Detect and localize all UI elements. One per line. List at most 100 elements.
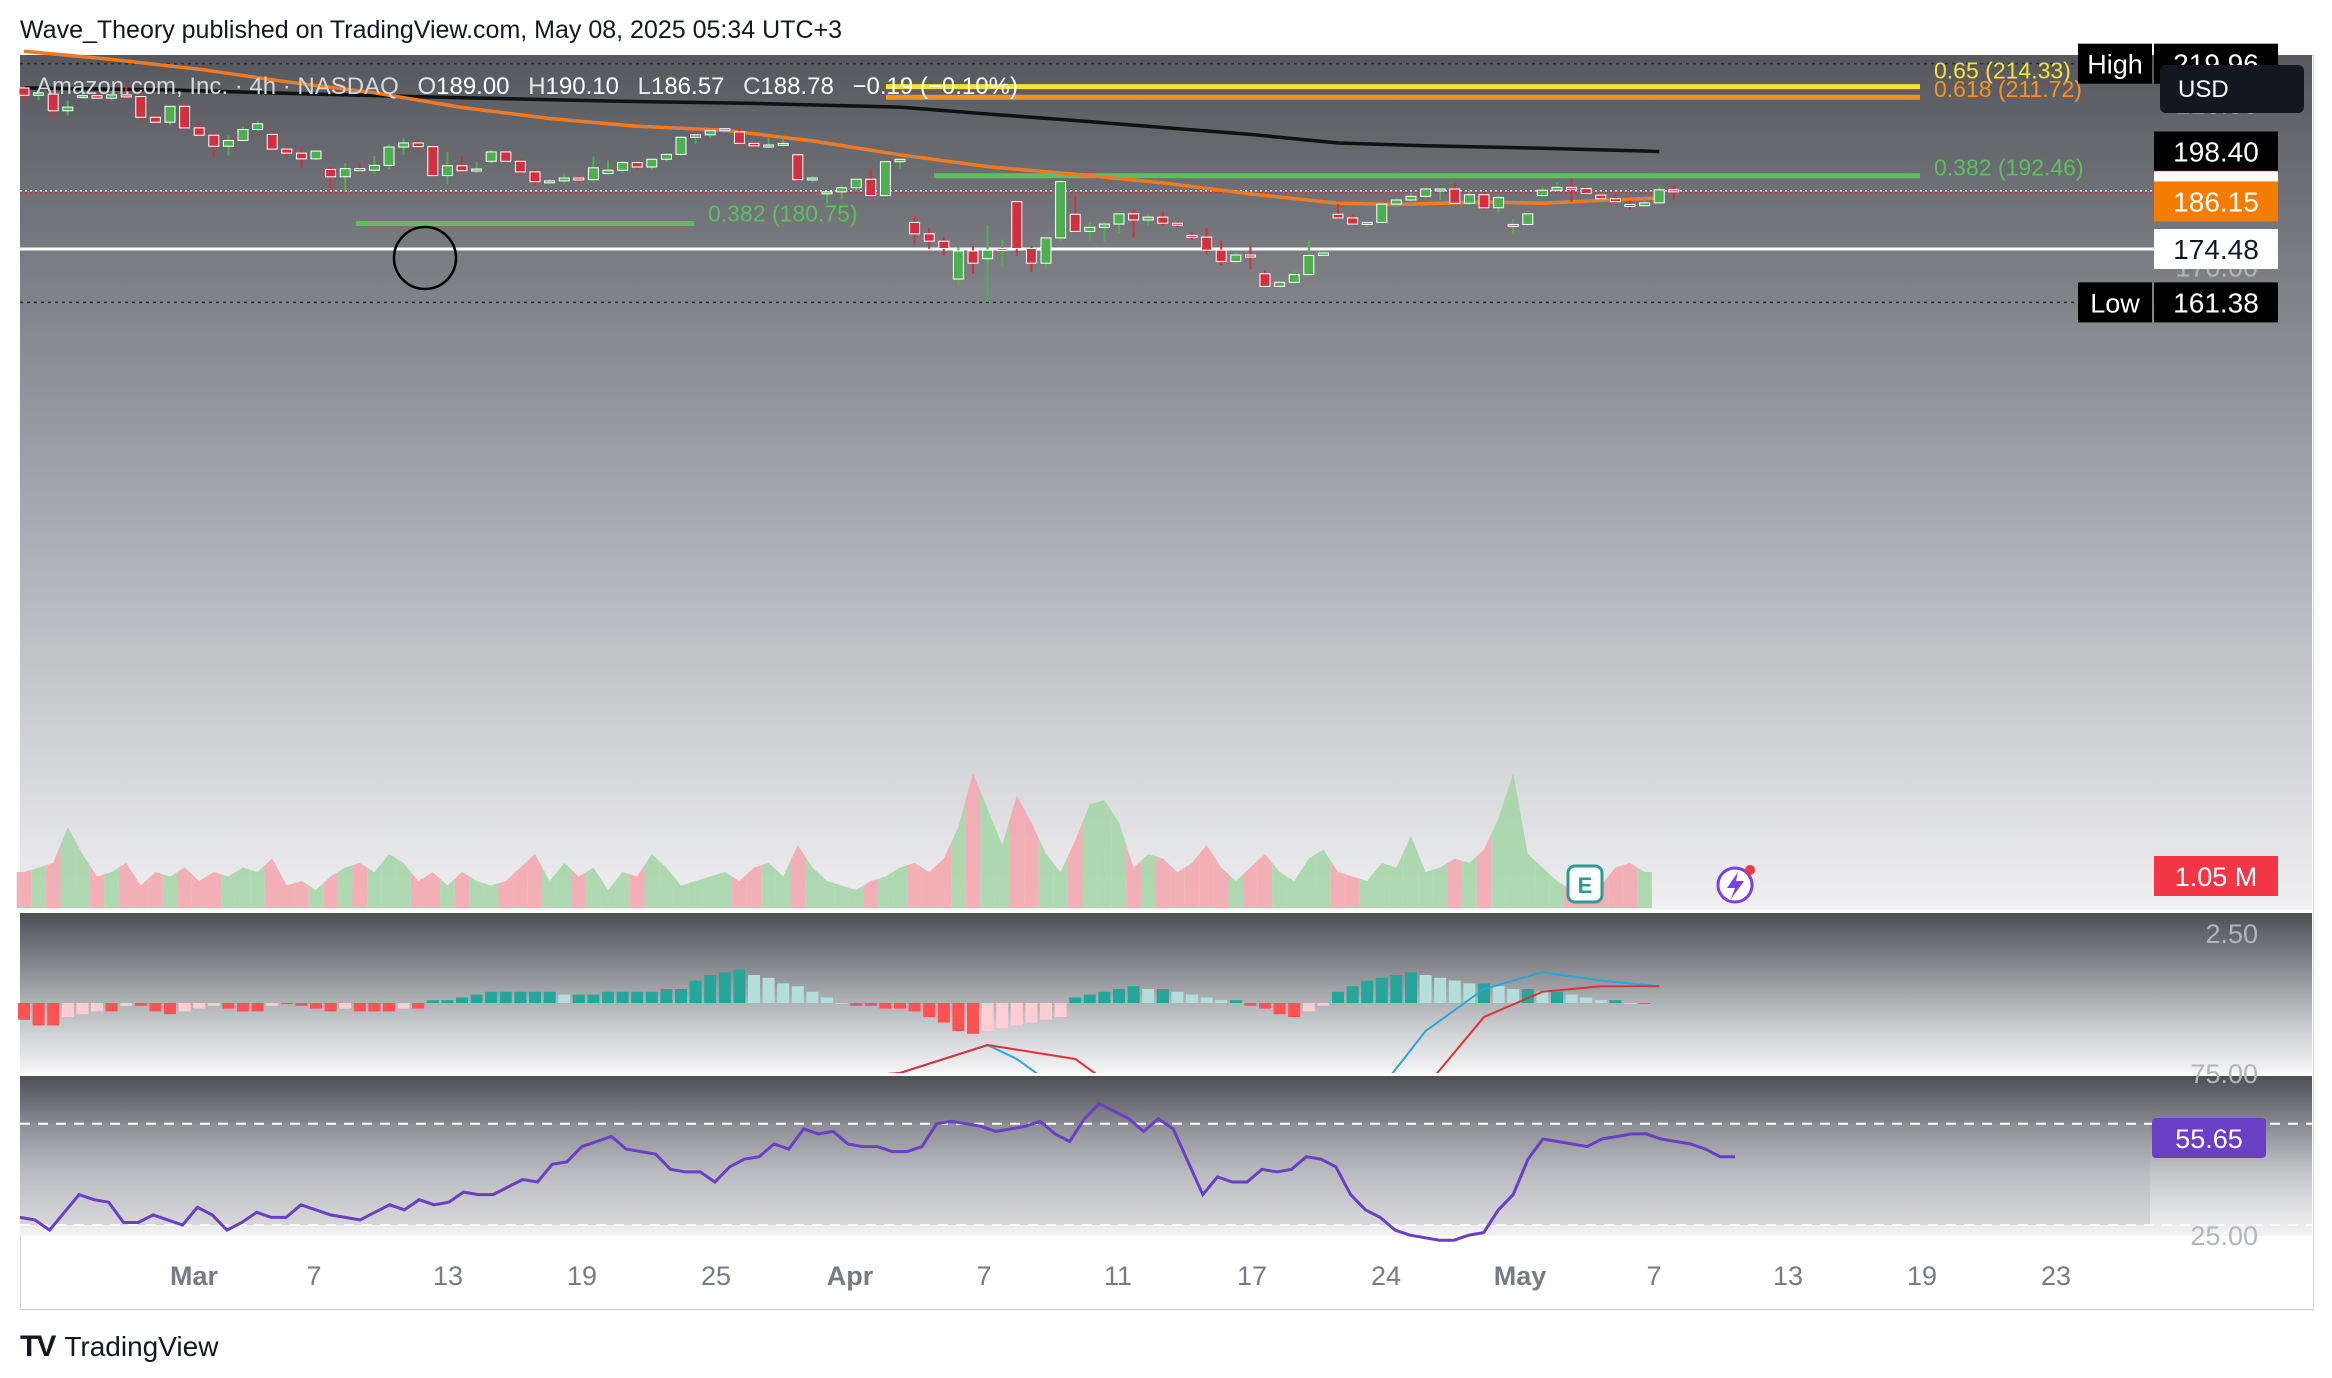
macd-histogram-bar xyxy=(1098,991,1111,1003)
candle[interactable] xyxy=(164,105,176,126)
candle-body xyxy=(748,142,760,147)
candle-body xyxy=(222,140,234,147)
candle-body xyxy=(646,158,658,168)
macd-histogram-bar xyxy=(864,1003,877,1006)
symbol-name: Amazon.com, Inc. · 4h · NASDAQ xyxy=(36,73,399,100)
macd-histogram-bar xyxy=(251,1003,264,1012)
candle-body xyxy=(164,105,176,123)
macd-histogram-bar xyxy=(748,975,760,1003)
volume-bar xyxy=(177,867,192,908)
candle-body xyxy=(617,162,629,171)
candle-body xyxy=(675,136,687,155)
earnings-marker[interactable]: E xyxy=(1566,864,1604,904)
volume-bar xyxy=(337,865,353,908)
candle-body xyxy=(456,165,468,172)
macd-histogram-bar xyxy=(762,977,775,1003)
candle-body xyxy=(1609,198,1621,203)
candle[interactable] xyxy=(675,136,687,156)
candle-body xyxy=(558,177,570,182)
macd-histogram-bar xyxy=(821,997,833,1003)
currency-button[interactable]: USD xyxy=(2160,65,2304,113)
footer-brand[interactable]: TV TradingView xyxy=(20,1330,218,1364)
macd-histogram-bar xyxy=(558,994,571,1003)
candle[interactable] xyxy=(1653,186,1665,204)
candle-body xyxy=(1551,186,1563,191)
volume-bar xyxy=(454,872,470,908)
macd-histogram-bar xyxy=(237,1003,249,1012)
candle-body xyxy=(1230,254,1242,263)
macd-histogram-bar xyxy=(193,1003,206,1009)
candle-body xyxy=(865,178,877,197)
x-axis-tick-label: 7 xyxy=(976,1261,991,1291)
rsi-tick-label: 75.00 xyxy=(2190,1059,2258,1089)
macd-histogram-bar xyxy=(514,991,527,1003)
macd-histogram-bar xyxy=(1448,980,1461,1003)
macd-histogram-bar xyxy=(587,994,600,1003)
candle-body xyxy=(1478,194,1490,209)
price-label-tag: Low xyxy=(2090,288,2140,318)
macd-histogram-bar xyxy=(718,972,731,1003)
candle-body xyxy=(1449,188,1461,204)
candle-body xyxy=(252,123,264,131)
candle-body xyxy=(325,168,337,178)
macd-histogram-bar xyxy=(1565,994,1578,1003)
candle-body xyxy=(412,142,424,148)
macd-histogram-bar xyxy=(1332,991,1344,1003)
candle[interactable] xyxy=(500,150,512,163)
macd-histogram-bar xyxy=(339,1003,352,1009)
x-axis-tick-label: 24 xyxy=(1371,1261,1401,1291)
macd-histogram-bar xyxy=(383,1003,395,1012)
candle-body xyxy=(500,151,512,162)
macd-histogram-bar xyxy=(1361,980,1374,1003)
candle-body xyxy=(850,178,862,189)
candle[interactable] xyxy=(1055,180,1067,242)
macd-histogram-bar xyxy=(1594,1000,1607,1003)
candle[interactable] xyxy=(427,145,439,177)
candle[interactable] xyxy=(1478,192,1490,210)
x-axis-tick-label: 17 xyxy=(1237,1261,1267,1291)
macd-histogram-bar xyxy=(1083,994,1096,1003)
macd-histogram-bar xyxy=(996,1003,1009,1029)
candle-body xyxy=(1201,236,1213,251)
candle-body xyxy=(996,248,1008,252)
fib-level-label: 0.382 (192.46) xyxy=(1934,155,2084,181)
candle-body xyxy=(879,161,891,197)
candle-body xyxy=(339,168,351,178)
rsi-tick-label: 25.00 xyxy=(2190,1221,2258,1251)
candle[interactable] xyxy=(1376,203,1388,223)
candle-body xyxy=(1186,234,1198,238)
candle[interactable] xyxy=(310,150,322,161)
volume-bar xyxy=(483,883,499,908)
candle-body xyxy=(485,151,497,162)
chart-canvas[interactable]: 210.00200.00170.00160.00 0.65 (214.33)0.… xyxy=(0,0,2332,1378)
footer-brand-text: TradingView xyxy=(64,1331,219,1362)
candle[interactable] xyxy=(792,154,804,181)
candle[interactable] xyxy=(1522,213,1534,225)
volume-bar xyxy=(1097,800,1112,908)
candle[interactable] xyxy=(879,161,891,197)
candle-body xyxy=(368,164,380,171)
candle[interactable] xyxy=(485,149,497,163)
volume-bar xyxy=(31,865,46,908)
macd-histogram-bar xyxy=(1405,972,1417,1003)
lightning-icon[interactable] xyxy=(1716,865,1755,904)
macd-histogram-bar xyxy=(105,1003,118,1012)
candle-body xyxy=(967,250,979,264)
macd-histogram-bar xyxy=(1507,989,1520,1003)
candle[interactable] xyxy=(1595,194,1607,201)
open-value: 189.00 xyxy=(436,73,509,100)
candle[interactable] xyxy=(1011,201,1023,256)
macd-histogram-bar xyxy=(61,1003,74,1017)
candle-body xyxy=(1011,201,1023,250)
candle[interactable] xyxy=(383,144,395,170)
candle-body xyxy=(1566,186,1578,190)
macd-histogram-bar xyxy=(397,1003,410,1009)
candle-body xyxy=(660,153,672,160)
macd-histogram-bar xyxy=(777,983,790,1003)
x-axis-tick-label: 19 xyxy=(567,1261,597,1291)
candle-body xyxy=(1244,254,1256,258)
candle-body xyxy=(1390,199,1402,205)
candle-body xyxy=(1507,223,1519,227)
macd-histogram-bar xyxy=(602,991,614,1003)
macd-histogram-bar xyxy=(645,991,658,1003)
